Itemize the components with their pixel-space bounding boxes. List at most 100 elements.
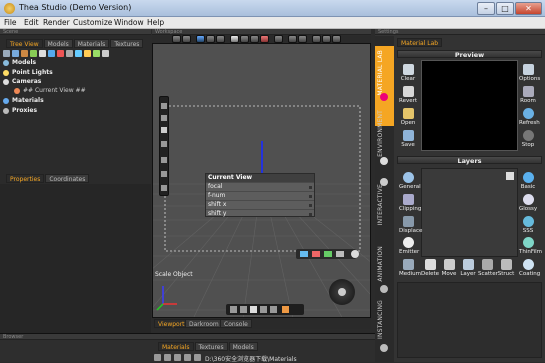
tab-console[interactable]: Console	[220, 319, 252, 328]
tree-item-materials[interactable]: Materials	[12, 97, 44, 104]
orbit-icon[interactable]	[161, 103, 167, 109]
fit-icon[interactable]	[161, 157, 167, 163]
group-icon[interactable]	[66, 50, 73, 57]
environment-icon[interactable]	[380, 157, 388, 165]
tree-item-proxies[interactable]: Proxies	[12, 107, 37, 114]
save-button[interactable]: Save	[399, 130, 417, 148]
grid-icon[interactable]	[216, 35, 225, 43]
minimize-button[interactable]: –	[477, 2, 495, 15]
struct-layer-button[interactable]: Struct	[497, 259, 515, 277]
tab-models[interactable]: Models	[43, 39, 73, 48]
reset-view-icon[interactable]	[161, 185, 167, 191]
move-icon[interactable]	[3, 50, 10, 57]
up-folder-icon[interactable]	[154, 354, 161, 361]
tree-item-point-lights[interactable]: Point Lights	[12, 69, 53, 76]
select-icon[interactable]	[12, 50, 19, 57]
basic-layer-button[interactable]: Basic	[519, 172, 537, 190]
copy-icon[interactable]	[39, 50, 46, 57]
camera-fnum-row[interactable]: f-num	[206, 191, 314, 200]
maximize-button[interactable]: □	[496, 2, 514, 15]
options-button[interactable]: Options	[519, 64, 540, 82]
glossy-layer-button[interactable]: Glossy	[519, 194, 537, 212]
tab-browser-textures[interactable]: Textures	[194, 342, 228, 351]
rail-instancing-label[interactable]: INSTANCING	[377, 300, 384, 339]
navigation-sphere[interactable]	[329, 279, 355, 305]
rail-interactive-label[interactable]: INTERACTIVE	[377, 184, 384, 225]
box-icon[interactable]	[240, 35, 249, 43]
tab-textures[interactable]: Textures	[110, 39, 144, 48]
zoom-icon[interactable]	[161, 141, 167, 147]
wire-icon[interactable]	[298, 35, 307, 43]
light-toggle-icon[interactable]	[312, 35, 321, 43]
tab-viewport[interactable]: Viewport	[154, 319, 189, 328]
tree-item-current-view[interactable]: ## Current View ##	[23, 87, 86, 94]
interactive-icon[interactable]	[380, 178, 388, 186]
general-layer-button[interactable]: General	[399, 172, 421, 190]
add-layer-button[interactable]: Layer	[459, 259, 477, 277]
translate-icon[interactable]	[300, 251, 308, 257]
shifty-slider-icon[interactable]	[309, 213, 312, 216]
tab-properties[interactable]: Properties	[6, 174, 45, 183]
emitter-layer-button[interactable]: Emitter	[399, 237, 419, 255]
coating-layer-button[interactable]: Coating	[519, 259, 540, 277]
color-icon[interactable]	[260, 35, 269, 43]
render-icon[interactable]	[196, 35, 205, 43]
scale-icon[interactable]	[21, 50, 28, 57]
focus-icon[interactable]	[161, 171, 167, 177]
shading-icon[interactable]	[288, 35, 297, 43]
gizmo-ball-icon[interactable]	[351, 250, 359, 258]
check-icon[interactable]	[93, 50, 100, 57]
clear-button[interactable]: Clear	[399, 64, 417, 82]
focal-slider-icon[interactable]	[309, 186, 312, 189]
snap-icon[interactable]	[332, 35, 341, 43]
clipping-layer-button[interactable]: Clipping	[399, 194, 421, 212]
menu-customize[interactable]: Customize	[73, 18, 112, 27]
sphere-icon[interactable]	[230, 35, 239, 43]
refresh-button[interactable]: Refresh	[519, 108, 540, 126]
record-icon[interactable]	[282, 306, 289, 313]
displace-layer-button[interactable]: Displace	[399, 216, 422, 234]
room-button[interactable]: Room	[519, 86, 537, 104]
animation-icon[interactable]	[380, 285, 388, 293]
menu-file[interactable]: File	[4, 18, 17, 27]
layer-add-icon[interactable]	[506, 172, 514, 180]
camera-icon[interactable]	[102, 50, 109, 57]
close-button[interactable]: ✕	[515, 2, 542, 15]
camera-toggle-icon[interactable]	[322, 35, 331, 43]
shiftx-slider-icon[interactable]	[309, 204, 312, 207]
delete-icon[interactable]	[57, 50, 64, 57]
tab-coordinates[interactable]: Coordinates	[45, 174, 90, 183]
pan-icon[interactable]	[161, 115, 167, 121]
plane-icon[interactable]	[250, 35, 259, 43]
play-anim-icon[interactable]	[250, 306, 257, 313]
fnum-slider-icon[interactable]	[309, 195, 312, 198]
undo-icon[interactable]	[172, 35, 181, 43]
light-icon[interactable]	[75, 50, 82, 57]
tab-darkroom[interactable]: Darkroom	[185, 319, 223, 328]
prev-frame-icon[interactable]	[240, 306, 247, 313]
delete-layer-button[interactable]: Delete	[421, 259, 439, 277]
rotate-gizmo-icon[interactable]	[312, 251, 320, 257]
camera-focal-row[interactable]: focal	[206, 182, 314, 191]
thinfilm-layer-button[interactable]: ThinFilm	[519, 237, 542, 255]
view-icon[interactable]	[184, 354, 191, 361]
tab-browser-models[interactable]: Models	[228, 342, 258, 351]
menu-render[interactable]: Render	[43, 18, 70, 27]
instancing-icon[interactable]	[380, 344, 388, 352]
link-icon[interactable]	[48, 50, 55, 57]
tab-material-lab[interactable]: Material Lab	[397, 38, 443, 47]
scatter-layer-button[interactable]: Scatter	[478, 259, 498, 277]
open-button[interactable]: Open	[399, 108, 417, 126]
first-frame-icon[interactable]	[230, 306, 237, 313]
menu-help[interactable]: Help	[147, 18, 164, 27]
tab-materials[interactable]: Materials	[73, 39, 110, 48]
revert-button[interactable]: Revert	[399, 86, 417, 104]
layout-icon[interactable]	[206, 35, 215, 43]
last-frame-icon[interactable]	[270, 306, 277, 313]
snap-gizmo-icon[interactable]	[336, 251, 344, 257]
layers-list[interactable]	[421, 168, 518, 257]
redo-icon[interactable]	[182, 35, 191, 43]
scale-gizmo-icon[interactable]	[324, 251, 332, 257]
folder-icon[interactable]	[174, 354, 181, 361]
rail-animation-label[interactable]: ANIMATION	[377, 246, 384, 282]
